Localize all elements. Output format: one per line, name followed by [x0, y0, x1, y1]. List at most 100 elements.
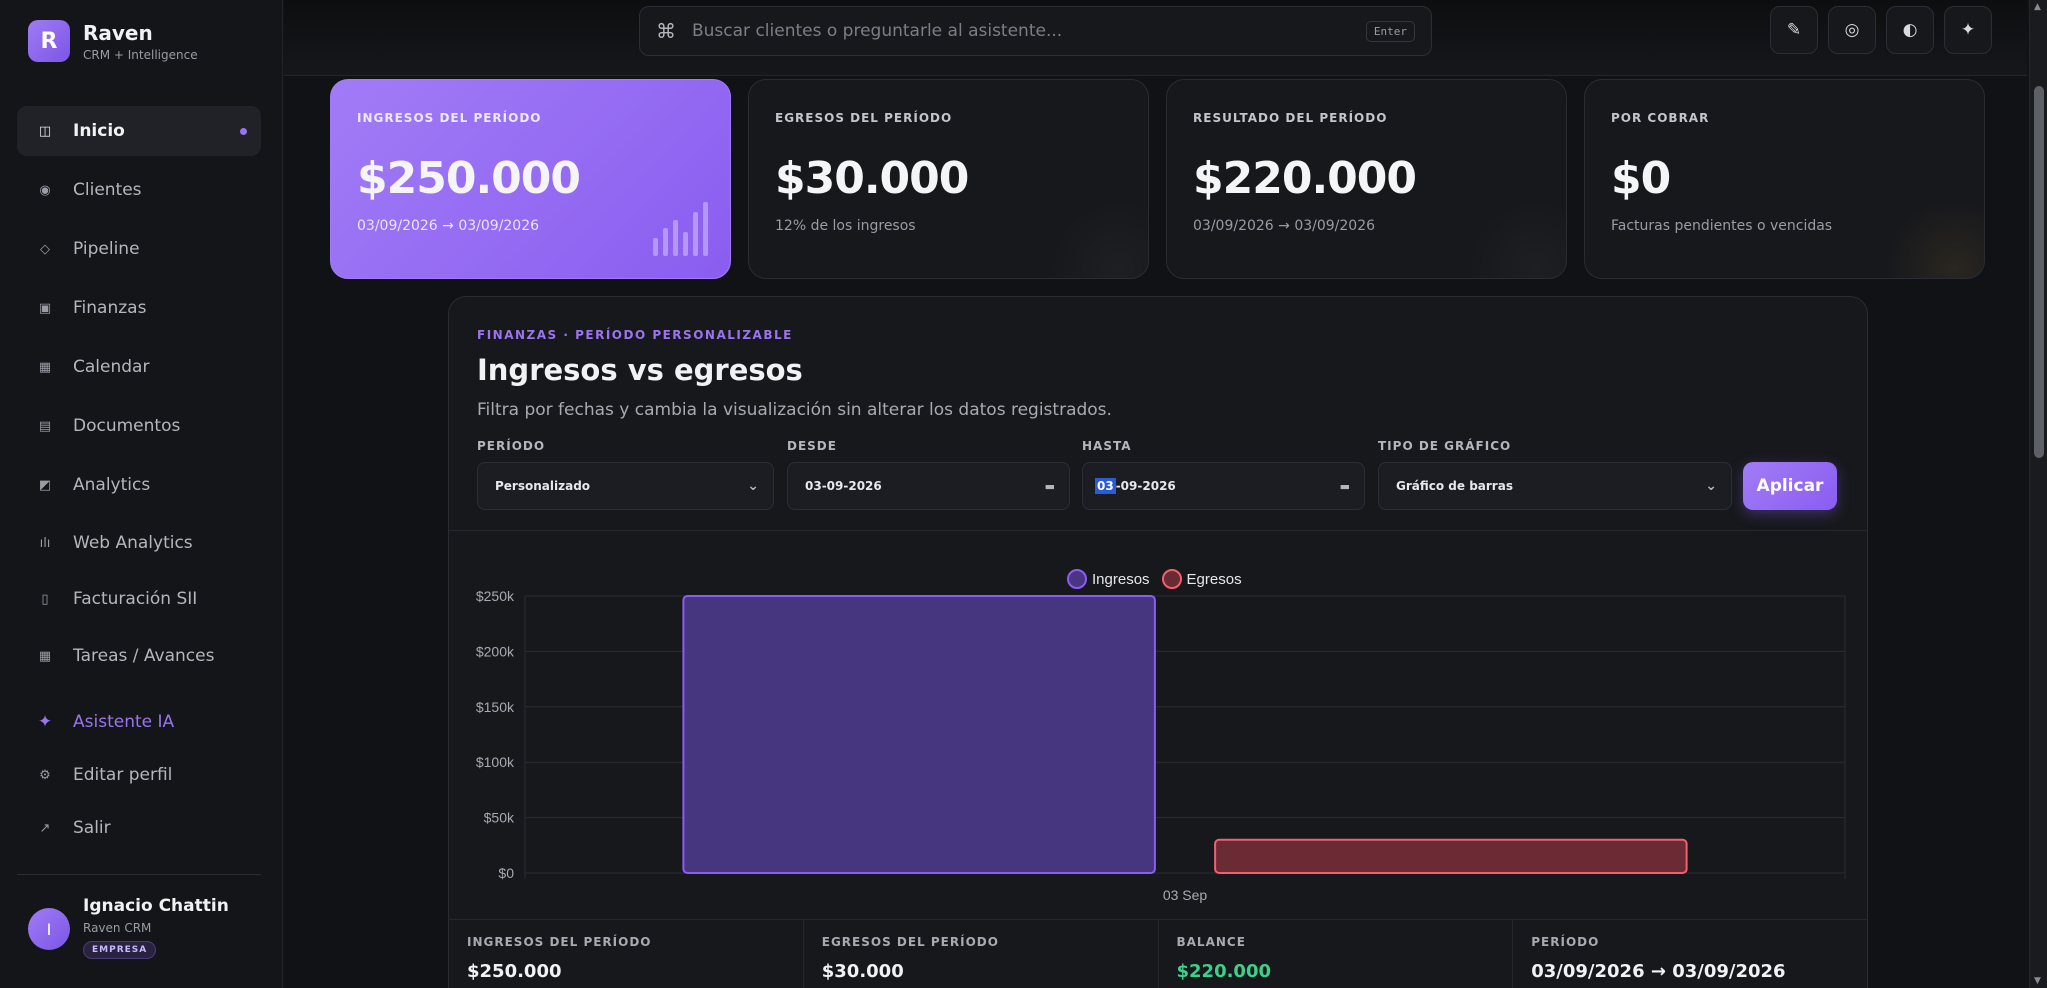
legend-swatch: [1067, 569, 1087, 589]
sidebar-item-web-analytics[interactable]: ılı Web Analytics: [17, 518, 261, 568]
y-tick-label: $0: [498, 865, 514, 881]
x-tick-label: 03 Sep: [1163, 887, 1208, 903]
scroll-thumb[interactable]: [2034, 86, 2044, 458]
sidebar-item-label: Facturación SII: [73, 589, 198, 609]
kpi-value: $250.000: [357, 153, 581, 204]
panel-subtitle: Filtra por fechas y cambia la visualizac…: [477, 400, 1112, 420]
user-profile[interactable]: I Ignacio Chattin Raven CRM EMPRESA: [28, 896, 229, 959]
panel-title: Ingresos vs egresos: [477, 353, 803, 387]
kpi-label: POR COBRAR: [1611, 111, 1710, 125]
sidebar-item-label: Editar perfil: [73, 765, 173, 785]
edit-button[interactable]: ✎: [1770, 6, 1818, 54]
sidebar-item-asistente-ia[interactable]: ✦ Asistente IA: [17, 697, 261, 747]
to-date-rest: -09-2026: [1115, 479, 1176, 493]
chart-type-label: TIPO DE GRÁFICO: [1378, 439, 1512, 453]
stat-periodo: PERÍODO 03/09/2026 → 03/09/2026: [1513, 920, 1867, 988]
legend-label: Egresos: [1186, 570, 1242, 588]
period-label: PERÍODO: [477, 439, 546, 453]
y-tick-label: $50k: [484, 810, 515, 826]
legend-label: Ingresos: [1092, 570, 1150, 588]
apply-button[interactable]: Aplicar: [1743, 462, 1837, 510]
sidebar-item-label: Documentos: [73, 416, 181, 436]
calendar-icon[interactable]: ▬: [1340, 480, 1350, 493]
sidebar-item-label: Finanzas: [73, 298, 147, 318]
search-input[interactable]: [692, 21, 1366, 41]
calendar-icon[interactable]: ▬: [1045, 480, 1055, 493]
legend-swatch: [1161, 569, 1182, 589]
summary-stats: INGRESOS DEL PERÍODO $250.000 EGRESOS DE…: [449, 919, 1867, 988]
kpi-label: INGRESOS DEL PERÍODO: [357, 111, 542, 125]
legend-item-ingresos[interactable]: Ingresos: [1067, 569, 1150, 589]
y-tick-label: $100k: [476, 754, 515, 770]
focus-button[interactable]: ◎: [1828, 6, 1876, 54]
kpi-subtext: 03/09/2026 → 03/09/2026: [357, 218, 540, 234]
kpi-card-ingresos: INGRESOS DEL PERÍODO $250.000 03/09/2026…: [330, 79, 731, 279]
bar-ingresos: [682, 595, 1156, 874]
sidebar-item-label: Clientes: [73, 180, 142, 200]
search-bar[interactable]: ⌘ Enter: [639, 6, 1432, 56]
legend-item-egresos[interactable]: Egresos: [1161, 569, 1242, 589]
chart-legend: Ingresos Egresos: [1067, 569, 1254, 589]
kpi-label: RESULTADO DEL PERÍODO: [1193, 111, 1388, 125]
tasks-icon: ▦: [38, 648, 52, 664]
sidebar-item-pipeline[interactable]: ◇ Pipeline: [17, 224, 261, 274]
sidebar-item-documentos[interactable]: ▤ Documentos: [17, 401, 261, 451]
kpi-value: $0: [1611, 153, 1671, 204]
users-icon: ◉: [39, 182, 51, 198]
bar-egresos: [1214, 838, 1688, 874]
sidebar-item-clientes[interactable]: ◉ Clientes: [17, 165, 261, 215]
theme-toggle-button[interactable]: ◐: [1886, 6, 1934, 54]
to-date-input[interactable]: 03 -09-2026 ▬: [1082, 462, 1365, 510]
calendar-icon: ▦: [38, 359, 52, 375]
command-icon: ⌘: [656, 19, 676, 43]
sidebar-item-calendar[interactable]: ▦ Calendar: [17, 342, 261, 392]
invoice-icon: ▯: [41, 591, 49, 607]
bar-chart-icon: ılı: [39, 535, 51, 551]
brand-name: Raven: [83, 20, 153, 45]
documents-icon: ▤: [38, 418, 52, 434]
card-glow: [1466, 198, 1566, 278]
stat-ingresos: INGRESOS DEL PERÍODO $250.000: [449, 920, 804, 988]
sidebar-item-analytics[interactable]: ◩ Analytics: [17, 460, 261, 510]
ai-button[interactable]: ✦: [1944, 6, 1992, 54]
chart-type-select[interactable]: Gráfico de barras ⌄: [1378, 462, 1732, 510]
kpi-label: EGRESOS DEL PERÍODO: [775, 111, 953, 125]
sparkle-icon: ✦: [37, 712, 53, 732]
kpi-card-por-cobrar: POR COBRAR $0 Facturas pendientes o venc…: [1584, 79, 1985, 279]
brand-logo: R: [28, 20, 70, 62]
active-indicator: [240, 127, 247, 135]
stat-label: PERÍODO: [1531, 935, 1600, 949]
logout-icon: ↗: [39, 820, 51, 836]
brand[interactable]: R Raven CRM + Intelligence: [28, 20, 198, 62]
diamond-icon: ◇: [40, 241, 50, 257]
edit-icon: ✎: [1786, 20, 1802, 40]
panel-eyebrow: FINANZAS · PERÍODO PERSONALIZABLE: [477, 328, 793, 342]
sidebar-item-label: Salir: [73, 818, 111, 838]
stat-value: $30.000: [821, 961, 904, 982]
sidebar-item-inicio[interactable]: ◫ Inicio: [17, 106, 261, 156]
scroll-down-icon[interactable]: ▼: [2034, 976, 2041, 986]
period-select[interactable]: Personalizado ⌄: [477, 462, 774, 510]
kpi-value: $220.000: [1193, 153, 1417, 204]
from-date-input[interactable]: 03-09-2026 ▬: [787, 462, 1070, 510]
page-scrollbar[interactable]: ▲ ▼: [2029, 0, 2047, 988]
wallet-icon: ▣: [38, 300, 52, 316]
sidebar-item-finanzas[interactable]: ▣ Finanzas: [17, 283, 261, 333]
panel-divider: [449, 530, 1867, 531]
sidebar-item-editar-perfil[interactable]: ⚙ Editar perfil: [17, 750, 261, 800]
scroll-up-icon[interactable]: ▲: [2034, 2, 2041, 12]
kpi-value: $30.000: [775, 153, 969, 204]
layout-icon: ◫: [38, 123, 52, 139]
from-label: DESDE: [787, 439, 837, 453]
stat-egresos: EGRESOS DEL PERÍODO $30.000: [804, 920, 1159, 988]
card-glow: [1048, 198, 1148, 278]
sidebar-item-tareas[interactable]: ▦ Tareas / Avances: [17, 631, 261, 681]
sidebar-item-salir[interactable]: ↗ Salir: [17, 803, 261, 853]
sidebar-divider: [17, 874, 261, 875]
sidebar-item-facturacion-sii[interactable]: ▯ Facturación SII: [17, 574, 261, 624]
sidebar-item-label: Analytics: [73, 475, 151, 495]
finance-panel: FINANZAS · PERÍODO PERSONALIZABLE Ingres…: [448, 296, 1868, 988]
plan-badge: EMPRESA: [83, 941, 157, 959]
sidebar: R Raven CRM + Intelligence ◫ Inicio ◉ Cl…: [0, 0, 283, 988]
stat-value: $220.000: [1176, 961, 1272, 982]
